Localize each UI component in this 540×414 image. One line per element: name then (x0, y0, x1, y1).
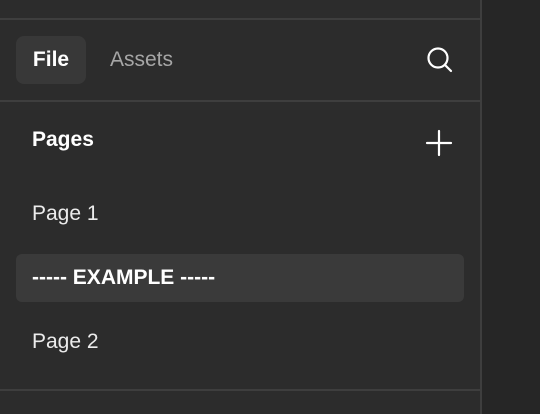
page-list-item[interactable]: Page 1 (16, 190, 464, 238)
tab-assets[interactable]: Assets (100, 36, 183, 84)
page-list-item-selected[interactable]: ----- EXAMPLE ----- (16, 254, 464, 302)
search-button[interactable] (424, 44, 456, 76)
app-window: File Assets Pages Page 1 ----- EXAMPLE -… (0, 0, 540, 414)
bottom-divider (0, 389, 480, 391)
tab-file[interactable]: File (16, 36, 86, 84)
page-list-item[interactable]: Page 2 (16, 318, 464, 366)
pages-section: Pages Page 1 ----- EXAMPLE ----- Page 2 (0, 102, 480, 390)
sidebar-top-strip (0, 0, 480, 18)
pages-title: Pages (32, 128, 94, 151)
sidebar-tab-bar: File Assets (0, 20, 480, 100)
search-icon (427, 47, 453, 73)
plus-icon (425, 129, 453, 157)
left-sidebar: File Assets Pages Page 1 ----- EXAMPLE -… (0, 0, 482, 414)
add-page-button[interactable] (424, 128, 454, 158)
canvas-area[interactable] (482, 0, 540, 414)
